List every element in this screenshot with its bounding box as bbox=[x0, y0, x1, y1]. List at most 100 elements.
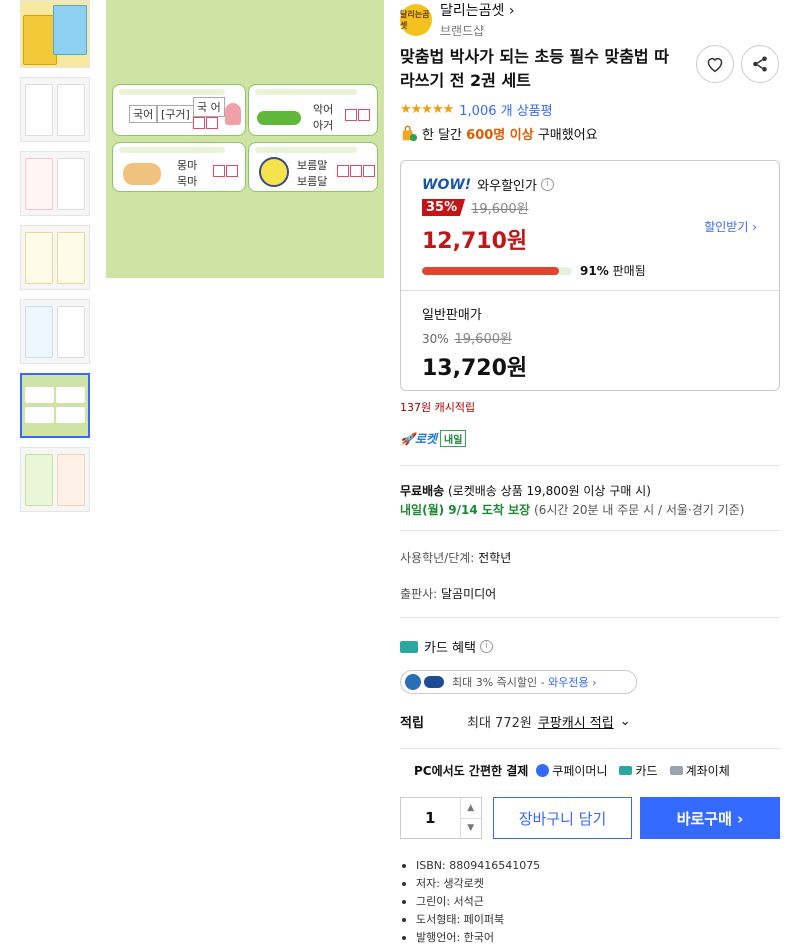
get-discount-link[interactable]: 할인받기 › bbox=[704, 218, 757, 235]
price-box: WOW! 와우할인가 i 35% 19,600원 12,710원 할인받기 › … bbox=[400, 160, 780, 391]
coupang-cash-link[interactable]: 쿠팡캐시 적립 bbox=[538, 712, 614, 731]
card-benefit: 카드 혜택 i bbox=[400, 637, 493, 656]
divider bbox=[400, 465, 780, 466]
buyers-info: 한 달간 600명 이상 구매했어요 bbox=[400, 124, 598, 143]
publisher-value: 달곰미디어 bbox=[441, 587, 497, 601]
wishlist-button[interactable] bbox=[696, 45, 734, 83]
panel1-word2: [구거] bbox=[157, 105, 194, 123]
grade-value: 전학년 bbox=[478, 551, 512, 565]
card-icon bbox=[619, 766, 633, 775]
card-promo-chip[interactable]: 최대 3% 즉시할인 - 와우전용 › bbox=[400, 670, 637, 694]
original-price: 19,600원 bbox=[471, 202, 529, 217]
review-count-link[interactable]: 1,006 개 상품평 bbox=[459, 100, 552, 119]
panel4-word2: 보름달 bbox=[297, 175, 328, 188]
globe-icon bbox=[405, 674, 421, 690]
quantity-input[interactable]: 1 bbox=[401, 798, 460, 838]
brand-logo: 달리는곰셋 bbox=[400, 3, 432, 36]
spec-item: 도서형태: 페이퍼북 bbox=[402, 911, 540, 929]
points-row: 적립 최대 772원 쿠팡캐시 적립 ⌄ bbox=[400, 712, 631, 731]
card-pay-label: 카드 bbox=[635, 764, 658, 778]
sold-percent: 91% bbox=[580, 264, 609, 278]
publisher-info: 출판사: 달곰미디어 bbox=[400, 585, 496, 602]
shopping-bag-icon bbox=[402, 125, 418, 141]
thumbnail-1[interactable] bbox=[20, 77, 90, 142]
free-shipping-condition: (로켓배송 상품 19,800원 이상 구매 시) bbox=[448, 484, 651, 498]
chevron-right-icon: › bbox=[504, 3, 515, 19]
bank-pay-label: 계좌이체 bbox=[685, 764, 730, 778]
normal-price: 13,720원 bbox=[422, 356, 528, 381]
samsung-card-icon bbox=[424, 676, 444, 688]
arrival-cutoff: (6시간 20분 내 주문 시 / 서울⋅경기 기준) bbox=[534, 503, 745, 517]
coupay-icon bbox=[536, 764, 550, 777]
rocket-icon: 🚀 bbox=[400, 431, 415, 446]
publisher-label: 출판사: bbox=[400, 587, 438, 601]
sold-progress-bar bbox=[422, 266, 572, 275]
thumbnail-2[interactable] bbox=[20, 151, 90, 216]
spec-item: 저자: 생각로켓 bbox=[402, 875, 540, 893]
heart-icon bbox=[707, 57, 723, 73]
panel4-word1: 보름말 bbox=[297, 159, 328, 172]
discount-badge: 35% bbox=[422, 199, 466, 216]
share-button[interactable] bbox=[741, 45, 779, 83]
info-icon[interactable]: i bbox=[540, 178, 554, 191]
buyers-highlight: 600명 이상 bbox=[466, 128, 534, 143]
rocket-label: 로켓 bbox=[414, 432, 438, 446]
card-icon bbox=[400, 640, 418, 653]
coupay-label: 쿠페이머니 bbox=[552, 764, 608, 778]
panel3-word1: 몽마 bbox=[177, 159, 198, 172]
quantity-down-button[interactable]: ▼ bbox=[460, 817, 481, 839]
thumbnail-6[interactable] bbox=[20, 447, 90, 512]
easy-payment: PC에서도 간편한 결제 쿠페이머니 카드 계좌이체 bbox=[414, 762, 742, 779]
main-product-image[interactable]: 국어 [구거] 국 어 악어 아거 몽마 목마 보름말 보름달 bbox=[106, 0, 384, 278]
quantity-stepper: 1 ▲ ▼ bbox=[400, 797, 482, 839]
wow-label: 와우할인가 bbox=[477, 179, 537, 194]
divider bbox=[400, 617, 780, 618]
card-promo-wow: 와우전용 › bbox=[548, 676, 597, 689]
image-panel-2: 악어 아거 bbox=[248, 84, 378, 136]
sold-progress-fill bbox=[422, 266, 559, 275]
wow-logo: WOW! bbox=[422, 176, 472, 193]
product-title: 맞춤법 박사가 되는 초등 필수 맞춤법 따라쓰기 전 2권 세트 bbox=[400, 47, 669, 90]
spec-item: ISBN: 8809416541075 bbox=[402, 857, 540, 875]
grade-info: 사용학년/단계: 전학년 bbox=[400, 549, 511, 566]
points-label: 적립 bbox=[400, 716, 424, 731]
brand-name: 달리는곰셋 bbox=[440, 3, 505, 19]
quantity-up-button[interactable]: ▲ bbox=[461, 798, 481, 818]
divider bbox=[400, 748, 780, 749]
normal-original-price: 19,600원 bbox=[454, 332, 512, 347]
buyers-post: 구매했어요 bbox=[537, 128, 598, 143]
thumbnail-list bbox=[20, 0, 90, 521]
thumbnail-0[interactable] bbox=[20, 0, 90, 68]
cash-reward: 137원 캐시적립 bbox=[400, 401, 476, 414]
spec-item: 그린이: 서석근 bbox=[402, 893, 540, 911]
card-promo-text: 최대 3% 즉시할인 - bbox=[452, 676, 545, 689]
panel2-word2: 아거 bbox=[313, 119, 334, 132]
thumbnail-4[interactable] bbox=[20, 299, 90, 364]
buy-now-button[interactable]: 바로구매 › bbox=[640, 797, 780, 839]
brand-sub: 브랜드샵 bbox=[440, 24, 485, 38]
grade-label: 사용학년/단계: bbox=[400, 551, 475, 565]
share-icon bbox=[753, 56, 767, 72]
buyers-pre: 한 달간 bbox=[422, 128, 463, 143]
spec-list: ISBN: 8809416541075 저자: 생각로켓 그린이: 서석근 도서형태:… bbox=[402, 857, 540, 947]
panel1-word1: 국어 bbox=[129, 105, 158, 123]
easy-payment-title: PC에서도 간편한 결제 bbox=[414, 764, 529, 778]
divider bbox=[400, 530, 780, 531]
rating: ★★★★★ 1,006 개 상품평 bbox=[400, 100, 553, 119]
chevron-down-icon[interactable]: ⌄ bbox=[620, 714, 631, 729]
price-divider bbox=[401, 290, 779, 291]
thumbnail-5[interactable] bbox=[20, 373, 90, 438]
info-icon[interactable]: i bbox=[479, 640, 493, 653]
panel2-word1: 악어 bbox=[313, 103, 334, 116]
arrival-date: 내일(월) 9/14 도착 보장 bbox=[400, 503, 531, 517]
thumbnail-3[interactable] bbox=[20, 225, 90, 290]
shipping-arrival: 내일(월) 9/14 도착 보장 (6시간 20분 내 주문 시 / 서울⋅경기… bbox=[400, 501, 744, 518]
rocket-tomorrow-badge: 내일 bbox=[440, 430, 467, 447]
card-benefit-title: 카드 혜택 bbox=[424, 641, 476, 656]
free-shipping-label: 무료배송 bbox=[400, 484, 445, 498]
add-to-cart-button[interactable]: 장바구니 담기 bbox=[493, 797, 632, 839]
brand-link[interactable]: 달리는곰셋 달리는곰셋 › 브랜드샵 bbox=[400, 0, 514, 39]
panel3-word2: 목마 bbox=[177, 175, 198, 188]
sold-suffix: 판매됨 bbox=[612, 264, 646, 278]
bank-icon bbox=[669, 766, 683, 775]
